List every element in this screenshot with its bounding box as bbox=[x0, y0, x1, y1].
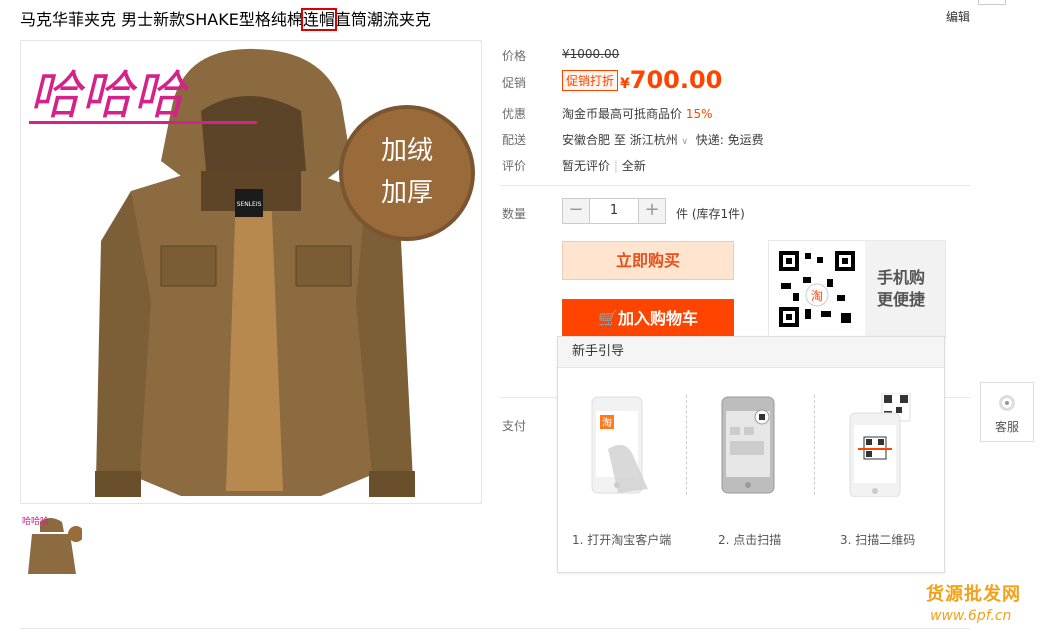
product-title: 马克华菲夹克 男士新款SHAKE型格纯棉连帽直筒潮流夹克 bbox=[20, 6, 431, 31]
rating-info: 暂无评价 | 全新 bbox=[562, 159, 646, 173]
add-to-cart-button[interactable]: 🛒加入购物车 bbox=[562, 299, 734, 339]
ship-to-select[interactable]: 浙江杭州 bbox=[630, 133, 678, 147]
phone-qr-icon bbox=[849, 393, 911, 497]
discount-pct: 15% bbox=[685, 107, 713, 121]
badge-line2: 加厚 bbox=[381, 178, 433, 208]
guide-step-3: 3. 扫描二维码 bbox=[840, 533, 916, 547]
mobile-line1: 手机购 bbox=[877, 268, 926, 287]
thumbnail[interactable]: 哈哈哈 bbox=[20, 512, 84, 578]
app-badge: 淘 bbox=[602, 416, 612, 429]
divider bbox=[686, 395, 688, 495]
rating-none[interactable]: 暂无评价 bbox=[562, 159, 610, 173]
title-part: 马克华菲夹克 男士新款SHAKE型格纯棉 bbox=[20, 10, 303, 29]
ship-method: 快递: 免运费 bbox=[695, 133, 764, 147]
stock-info: 件 (库存1件) bbox=[676, 207, 745, 221]
customer-service-button[interactable]: 客服 bbox=[980, 382, 1034, 442]
payment-label: 支付 bbox=[502, 419, 527, 433]
qr-code-icon[interactable]: 淘 bbox=[777, 249, 857, 329]
price-label: 价格 bbox=[502, 49, 527, 63]
shipping-info: 安徽合肥 至 浙江杭州 ∨ 快递: 免运费 bbox=[562, 131, 764, 148]
main-product-image[interactable]: SENLEIS 加绒 加厚 哈哈哈 bbox=[20, 40, 482, 504]
divider bbox=[814, 395, 816, 495]
promo-tag: 促销打折 bbox=[562, 70, 619, 91]
collar-label-text: SENLEIS bbox=[237, 201, 262, 208]
ship-to-word: 至 bbox=[613, 133, 626, 147]
promo-price-value: 700.00 bbox=[629, 66, 723, 94]
original-price: ¥1000.00 bbox=[562, 47, 620, 61]
taobao-badge: 淘 bbox=[811, 289, 823, 303]
divider bbox=[500, 185, 970, 186]
quantity-stepper: − 1 + bbox=[562, 198, 666, 224]
divider bbox=[20, 628, 970, 629]
mobile-qr-panel: 淘 手机购更便捷 bbox=[768, 240, 946, 338]
thumbnail-text: 哈哈哈 bbox=[22, 515, 49, 527]
rating-label: 评价 bbox=[502, 159, 527, 173]
discount-label: 优惠 bbox=[502, 107, 527, 121]
phone-scan-icon bbox=[721, 396, 775, 494]
newbie-guide-popup: 新手引导 淘 1. 打开淘宝客户端 2. 点击扫描 3. 扫描二维码 bbox=[557, 336, 945, 573]
chevron-down-icon[interactable]: ∨ bbox=[682, 137, 689, 147]
phone-app-icon: 淘 bbox=[591, 396, 648, 494]
promo-price: ¥700.00 bbox=[620, 66, 722, 94]
thumbnail-image: 哈哈哈 bbox=[22, 515, 84, 574]
service-icon bbox=[999, 395, 1015, 411]
ship-from: 安徽合肥 bbox=[562, 133, 611, 147]
mobile-line2: 更便捷 bbox=[877, 290, 926, 309]
decrement-button[interactable]: − bbox=[562, 198, 590, 224]
currency-symbol: ¥ bbox=[620, 76, 630, 92]
guide-step-2: 2. 点击扫描 bbox=[718, 533, 782, 547]
guide-title: 新手引导 bbox=[558, 337, 944, 368]
jacket-illustration: SENLEIS 加绒 加厚 哈哈哈 bbox=[29, 48, 475, 497]
mobile-text: 手机购 更便捷 bbox=[877, 267, 925, 311]
cart-icon: 🛒 bbox=[598, 309, 618, 328]
discount-info: 淘金币最高可抵商品价 15% bbox=[562, 105, 713, 122]
buy-now-button[interactable]: 立即购买 bbox=[562, 241, 734, 280]
title-part: 直筒潮流夹克 bbox=[334, 10, 431, 29]
service-label: 客服 bbox=[994, 420, 1019, 434]
add-to-cart-label: 加入购物车 bbox=[617, 309, 698, 328]
title-highlight: 连帽 bbox=[300, 8, 337, 31]
quantity-label: 数量 bbox=[502, 207, 527, 221]
top-corner-button[interactable] bbox=[978, 0, 1006, 5]
badge-line1: 加绒 bbox=[381, 136, 433, 166]
increment-button[interactable]: + bbox=[638, 198, 666, 224]
overlay-text: 哈哈哈 bbox=[29, 66, 190, 126]
watermark-text: 货源批发网 bbox=[926, 584, 1021, 605]
guide-step-1: 1. 打开淘宝客户端 bbox=[572, 533, 672, 547]
edit-link[interactable]: 编辑 bbox=[946, 8, 970, 25]
discount-text: 淘金币最高可抵商品价 bbox=[562, 107, 683, 121]
promo-label: 促销 bbox=[502, 76, 527, 90]
quantity-input[interactable]: 1 bbox=[590, 198, 638, 224]
watermark-url: www.6pf.cn bbox=[930, 608, 1012, 624]
condition: 全新 bbox=[621, 159, 646, 173]
shipping-label: 配送 bbox=[502, 133, 527, 147]
